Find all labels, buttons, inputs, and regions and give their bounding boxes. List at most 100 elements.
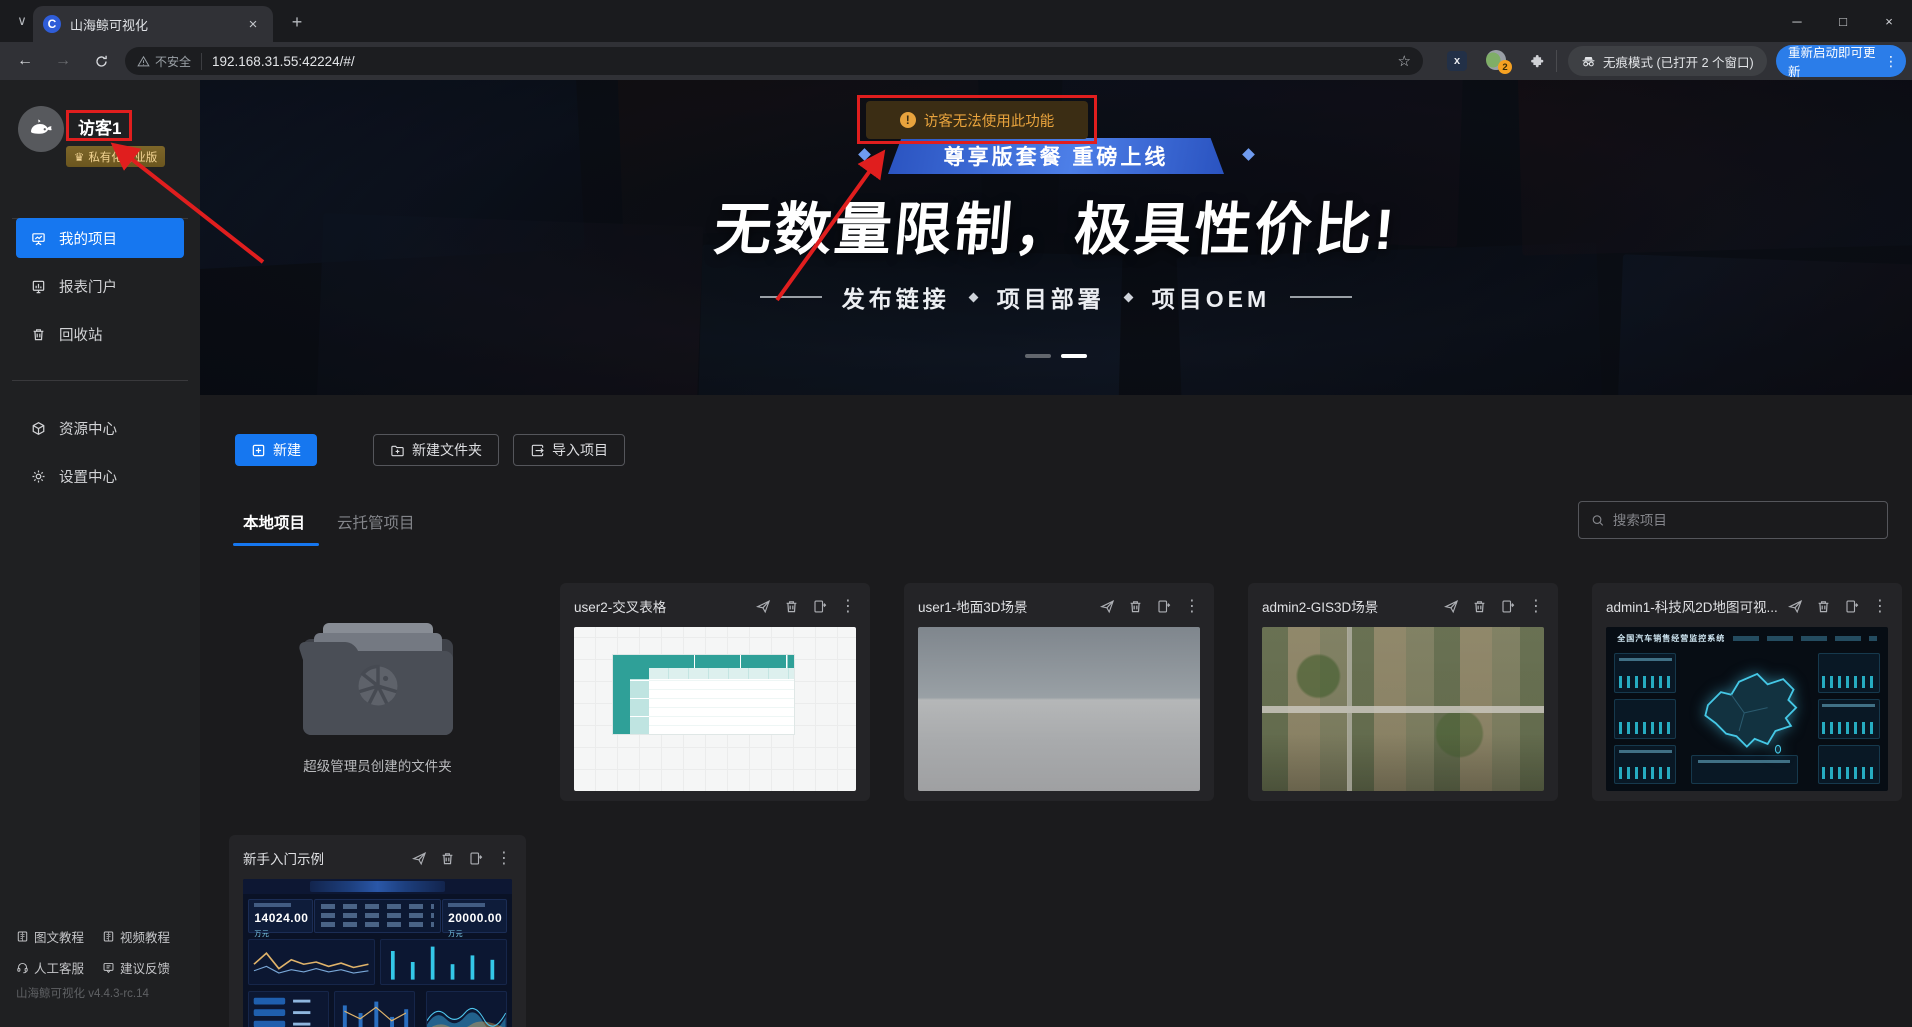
new-folder-button[interactable]: 新建文件夹: [373, 434, 499, 466]
project-card[interactable]: admin2-GIS3D场景 ⋮: [1248, 583, 1558, 801]
share-icon[interactable]: [412, 851, 427, 866]
new-project-button[interactable]: 新建: [235, 434, 317, 466]
extension-profile-icon[interactable]: 2: [1486, 50, 1512, 74]
sidebar-item-recycle-bin[interactable]: 回收站: [16, 314, 184, 354]
more-menu-icon[interactable]: ⋮: [496, 848, 512, 868]
carousel-dot-active[interactable]: [1061, 354, 1087, 358]
feature-line: [1290, 296, 1353, 298]
link-label: 建议反馈: [120, 962, 171, 976]
window-maximize-button[interactable]: □: [1820, 0, 1866, 42]
map-panel: [1614, 653, 1677, 693]
browser-menu-icon[interactable]: ⋮: [1884, 53, 1898, 70]
more-menu-icon[interactable]: ⋮: [1528, 596, 1544, 616]
kpi-unit: 万元: [448, 931, 464, 938]
link-customer-service[interactable]: 人工客服: [16, 958, 102, 977]
address-bar[interactable]: 不安全 192.168.31.55:42224/#/ ☆: [125, 47, 1423, 75]
sidebar-item-report-portal[interactable]: 报表门户: [16, 266, 184, 306]
promo-banner[interactable]: 尊享版套餐 重磅上线 无数量限制，极具性价比! 发布链接 项目部署 项目OEM …: [200, 80, 1912, 395]
share-icon[interactable]: [1100, 599, 1115, 614]
map-panel: [1614, 699, 1677, 739]
tab-close-icon[interactable]: ×: [243, 14, 263, 34]
search-input[interactable]: [1612, 512, 1875, 528]
starter-chart: [248, 939, 375, 985]
extensions-puzzle-icon[interactable]: [1526, 50, 1548, 72]
folder-tile[interactable]: 超级管理员创建的文件夹: [229, 583, 526, 801]
bookmark-star-icon[interactable]: ☆: [1398, 52, 1411, 70]
username[interactable]: 访客1: [78, 114, 121, 139]
delete-icon[interactable]: [1816, 599, 1831, 614]
copy-icon[interactable]: [812, 599, 827, 614]
incognito-indicator[interactable]: 无痕模式 (已打开 2 个窗口): [1568, 46, 1767, 76]
link-video-tutorial[interactable]: 视频教程: [102, 927, 188, 946]
more-menu-icon[interactable]: ⋮: [1184, 596, 1200, 616]
project-thumbnail[interactable]: 14024.00 万元 20000.00 万元: [243, 879, 512, 1027]
extension-badge: 2: [1498, 60, 1512, 74]
delete-icon[interactable]: [1472, 599, 1487, 614]
security-chip[interactable]: 不安全: [137, 52, 203, 70]
project-card[interactable]: 新手入门示例 ⋮ 14024.00 万元 20000.00 万元: [229, 835, 526, 1027]
tab-title: 山海鲸可视化: [70, 17, 149, 33]
toolbar-divider: [1556, 50, 1557, 72]
browser-tab[interactable]: C 山海鲸可视化 ×: [33, 6, 273, 42]
banner-features: 发布链接 项目部署 项目OEM: [200, 280, 1912, 314]
help-links: 图文教程 视频教程 人工客服 建议反馈: [16, 927, 192, 977]
sidebar-item-settings-center[interactable]: 设置中心: [16, 456, 184, 496]
project-card[interactable]: user2-交叉表格 ⋮: [560, 583, 870, 801]
import-icon: [530, 443, 545, 458]
copy-icon[interactable]: [1844, 599, 1859, 614]
map-panel: [1817, 745, 1880, 785]
sidebar-item-my-projects[interactable]: 我的项目: [16, 218, 184, 258]
tab-local-projects[interactable]: 本地项目: [243, 511, 305, 533]
link-text-tutorial[interactable]: 图文教程: [16, 927, 102, 946]
chat-icon: [102, 961, 115, 974]
starter-chart: [425, 991, 507, 1027]
project-thumbnail[interactable]: [918, 627, 1200, 791]
extension-x-icon[interactable]: x: [1447, 51, 1467, 71]
forward-button[interactable]: →: [48, 46, 78, 76]
browser-toolbar: ← → 不安全 192.168.31.55:42224/#/ ☆ x 2 无痕模…: [0, 42, 1912, 80]
avatar[interactable]: [18, 106, 64, 152]
link-feedback[interactable]: 建议反馈: [102, 958, 188, 977]
diamond-icon: [968, 292, 979, 302]
back-button[interactable]: ←: [10, 46, 40, 76]
carousel-dots[interactable]: [200, 354, 1912, 358]
import-project-button[interactable]: 导入项目: [513, 434, 625, 466]
project-thumbnail[interactable]: [574, 627, 856, 791]
cube-icon: [30, 421, 47, 436]
share-icon[interactable]: [1788, 599, 1803, 614]
incognito-label: 无痕模式 (已打开 2 个窗口): [1603, 55, 1754, 70]
project-thumbnail[interactable]: [1262, 627, 1544, 791]
tab-cloud-projects[interactable]: 云托管项目: [337, 511, 415, 533]
button-label: 新建文件夹: [412, 442, 482, 458]
window-minimize-button[interactable]: ─: [1774, 0, 1820, 42]
delete-icon[interactable]: [440, 851, 455, 866]
update-label: 重新启动即可更新: [1788, 46, 1876, 79]
window-close-button[interactable]: ×: [1866, 0, 1912, 42]
share-icon[interactable]: [756, 599, 771, 614]
reload-button[interactable]: [86, 46, 116, 76]
delete-icon[interactable]: [784, 599, 799, 614]
project-card[interactable]: user1-地面3D场景 ⋮: [904, 583, 1214, 801]
window-controls: ─ □ ×: [1774, 0, 1912, 42]
tab-search-button[interactable]: ∨: [8, 7, 36, 35]
project-thumbnail[interactable]: 全国汽车销售经营监控系统: [1606, 627, 1888, 791]
sidebar-item-resource-center[interactable]: 资源中心: [16, 408, 184, 448]
plus-square-icon: [251, 443, 266, 458]
update-button[interactable]: 重新启动即可更新 ⋮: [1776, 45, 1906, 79]
edition-badge: ♛ 私有化专业版: [66, 146, 166, 167]
project-card[interactable]: admin1-科技风2D地图可视... ⋮ 全国汽车销售经营监控系统: [1592, 583, 1902, 801]
edition-badge-label: 私有化专业版: [88, 151, 158, 164]
copy-icon[interactable]: [1500, 599, 1515, 614]
copy-icon[interactable]: [1156, 599, 1171, 614]
delete-icon[interactable]: [1128, 599, 1143, 614]
carousel-dot[interactable]: [1025, 354, 1051, 358]
share-icon[interactable]: [1444, 599, 1459, 614]
doc-icon: [102, 930, 115, 943]
app-version: 山海鲸可视化 v4.4.3-rc.14: [16, 988, 149, 1000]
more-menu-icon[interactable]: ⋮: [840, 596, 856, 616]
copy-icon[interactable]: [468, 851, 483, 866]
new-tab-button[interactable]: +: [284, 9, 310, 35]
project-search[interactable]: [1578, 501, 1888, 539]
url-text: 192.168.31.55:42224/#/: [212, 53, 355, 69]
more-menu-icon[interactable]: ⋮: [1872, 596, 1888, 616]
